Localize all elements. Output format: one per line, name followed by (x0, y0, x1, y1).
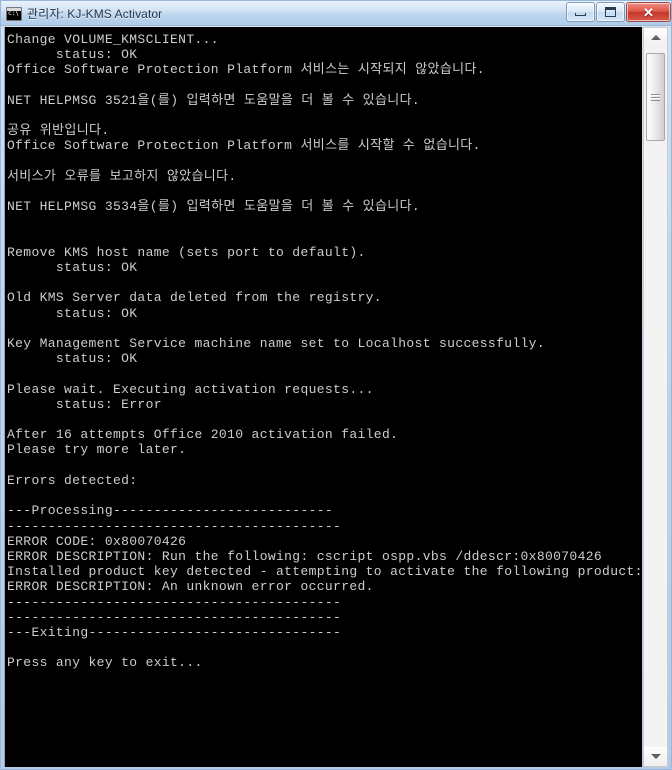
console-line: ERROR DESCRIPTION: An unknown error occu… (7, 579, 374, 595)
close-button[interactable]: ✕ (626, 2, 671, 22)
console-line: ERROR CODE: 0x80070426 (7, 533, 187, 549)
console-output-area[interactable]: Change VOLUME_KMSCLIENT... status: OK Off… (4, 27, 642, 767)
scrollbar-grip-icon (651, 93, 660, 101)
vertical-scrollbar[interactable] (643, 27, 668, 767)
console-line: 공유 위반입니다. (7, 123, 110, 139)
minimize-button[interactable] (566, 2, 595, 22)
console-line: Please try more later. (7, 442, 187, 458)
console-line: Installed product key detected - attempt… (7, 564, 642, 580)
cmd-console-icon (6, 6, 22, 21)
maximize-icon (605, 7, 616, 17)
console-line: After 16 attempts Office 2010 activation… (7, 427, 399, 443)
console-line: Key Management Service machine name set … (7, 336, 545, 352)
scrollbar-track[interactable] (644, 47, 667, 747)
console-line: NET HELPMSG 3521을(를) 입력하면 도움말을 더 볼 수 있습니… (7, 92, 421, 108)
console-line: 서비스가 오류를 보고하지 않았습니다. (7, 168, 237, 184)
console-line: ---Processing--------------------------- (7, 503, 334, 519)
console-line: ----------------------------------------… (7, 594, 342, 610)
console-line: Please wait. Executing activation reques… (7, 381, 374, 397)
console-line: Errors detected: (7, 472, 138, 488)
console-line: status: Error (7, 396, 162, 412)
console-line: Change VOLUME_KMSCLIENT... (7, 32, 219, 47)
console-line: Office Software Protection Platform 서비스를… (7, 138, 481, 154)
console-line: NET HELPMSG 3534을(를) 입력하면 도움말을 더 볼 수 있습니… (7, 199, 421, 215)
scrollbar-thumb[interactable] (646, 53, 665, 141)
console-line: ---Exiting------------------------------… (7, 624, 342, 640)
close-icon: ✕ (643, 4, 654, 20)
console-text: Change VOLUME_KMSCLIENT... status: OK Off… (5, 27, 642, 671)
console-line: Office Software Protection Platform 서비스는… (7, 62, 485, 78)
console-line: status: OK (7, 260, 138, 276)
console-line: status: OK (7, 305, 138, 321)
console-line: Old KMS Server data deleted from the reg… (7, 290, 382, 306)
scroll-down-arrow-icon[interactable] (644, 747, 667, 766)
title-bar[interactable]: 관리자: KJ-KMS Activator ✕ (1, 1, 671, 26)
console-line: Remove KMS host name (sets port to defau… (7, 244, 366, 260)
minimize-icon (575, 13, 586, 16)
console-line: status: OK (7, 351, 138, 367)
console-window: 관리자: KJ-KMS Activator ✕ Change VOLUME_KM… (0, 0, 672, 770)
caption-buttons: ✕ (566, 2, 671, 22)
maximize-button[interactable] (596, 2, 625, 22)
scroll-up-arrow-icon[interactable] (644, 28, 667, 47)
console-line: ERROR DESCRIPTION: Run the following: cs… (7, 548, 603, 564)
window-title: 관리자: KJ-KMS Activator (27, 7, 163, 21)
console-line: status: OK (7, 47, 138, 63)
console-line: Press any key to exit... (7, 655, 203, 671)
console-line: ----------------------------------------… (7, 609, 342, 625)
console-line: ----------------------------------------… (7, 518, 342, 534)
